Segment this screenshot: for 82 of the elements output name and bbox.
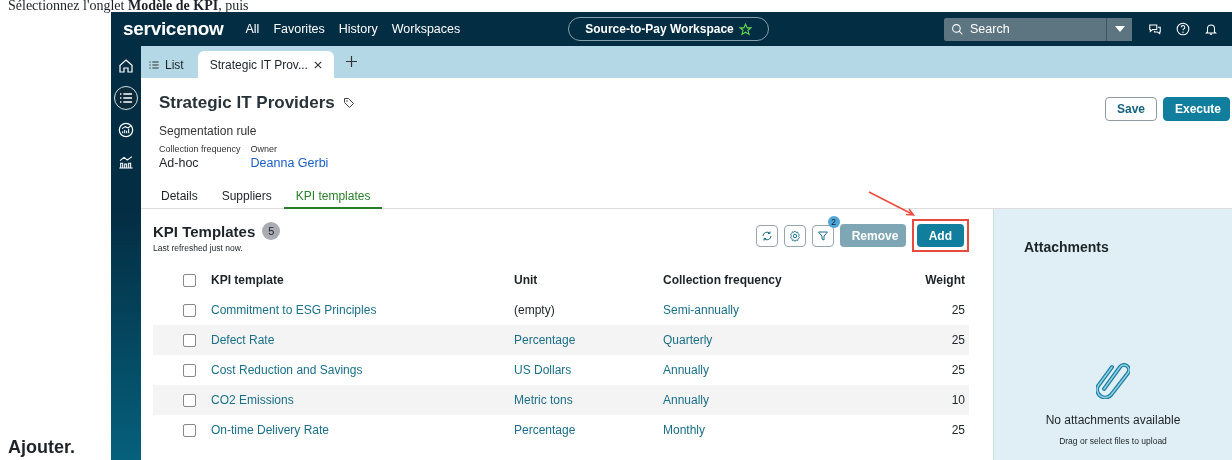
refresh-status: Last refreshed just now. [153, 243, 244, 253]
table-cell: 25 [951, 363, 965, 377]
logo: servicenow [123, 18, 224, 40]
instruction-text: Sélectionnez l'onglet Modèle de KPI, puis [7, 0, 250, 12]
field-value: Ad-hoc [159, 156, 200, 170]
search-dropdown[interactable] [1106, 17, 1132, 41]
rail-button[interactable] [114, 86, 138, 110]
settings-icon [788, 229, 801, 242]
table-cell: 25 [951, 423, 965, 437]
table-cell: 25 [951, 333, 965, 347]
kpi-template-link[interactable]: Commitment to ESG Principles [211, 303, 377, 317]
bell-icon[interactable] [1204, 22, 1218, 36]
list-action-button[interactable]: Add [916, 224, 964, 247]
unit-link[interactable]: Percentage [514, 423, 576, 437]
list-icon [149, 59, 159, 70]
record-type: Segmentation rule [159, 124, 258, 138]
tab[interactable]: List [141, 51, 192, 78]
field-label: Owner [250, 144, 279, 154]
empty-message: No attachments available [1045, 413, 1181, 427]
settings-button[interactable] [783, 224, 806, 247]
search-field[interactable]: Search [944, 17, 1106, 41]
add-tab-icon[interactable] [345, 55, 357, 67]
section-tab[interactable]: KPI templates [283, 189, 383, 209]
column-header[interactable]: Weight [925, 273, 965, 287]
caret-icon [1114, 26, 1125, 32]
select-all-checkbox[interactable] [183, 274, 196, 288]
instruction-text: Ajouter. [7, 437, 75, 458]
refresh-button[interactable] [755, 224, 778, 247]
column-header[interactable]: Unit [514, 273, 538, 287]
frequency-link[interactable]: Semi-annually [663, 303, 740, 317]
frequency-link[interactable]: Annually [663, 363, 710, 377]
menu-link[interactable]: All [245, 22, 260, 36]
tab[interactable]: Strategic IT Prov... [197, 51, 334, 78]
gauge-chart-icon [118, 122, 134, 138]
upload-hint: Drag or select files to upload [1059, 436, 1167, 446]
search-icon [951, 22, 964, 36]
unit-link[interactable]: Metric tons [514, 393, 573, 407]
execute-button[interactable]: Execute [1163, 97, 1230, 121]
save-button[interactable]: Save [1105, 97, 1157, 121]
filter-button[interactable] [811, 224, 834, 247]
table-cell: (empty) [514, 303, 555, 317]
section-tab[interactable]: Suppliers [209, 189, 284, 209]
row-checkbox[interactable] [183, 424, 196, 438]
table-cell: 25 [951, 303, 965, 317]
kpi-template-link[interactable]: CO2 Emissions [211, 393, 294, 407]
analytics-icon [118, 154, 134, 170]
star-icon [738, 22, 752, 36]
help-icon[interactable] [1176, 22, 1190, 36]
owner-link[interactable]: Deanna Gerbi [250, 156, 329, 170]
column-header[interactable]: KPI template [211, 273, 284, 287]
count-badge: 5 [262, 222, 281, 240]
row-checkbox[interactable] [183, 394, 196, 408]
frequency-link[interactable]: Annually [663, 393, 710, 407]
home-icon [118, 58, 134, 74]
field-label: Collection frequency [159, 144, 241, 154]
column-header[interactable]: Collection frequency [663, 273, 782, 287]
refresh-icon [760, 229, 773, 242]
kpi-template-link[interactable]: Cost Reduction and Savings [211, 363, 363, 377]
section-tab[interactable]: Details [149, 189, 210, 209]
row-checkbox[interactable] [183, 304, 196, 318]
kpi-template-link[interactable]: On-time Delivery Rate [211, 423, 330, 437]
row-checkbox[interactable] [183, 334, 196, 348]
chat-icon[interactable] [1148, 22, 1162, 36]
filter-count-badge: 2 [827, 215, 840, 228]
record-title: Strategic IT Providers [159, 93, 335, 113]
menu-link[interactable]: Workspaces [391, 22, 461, 36]
menu-link[interactable]: Favorites [273, 22, 325, 36]
list-title: KPI Templates [153, 222, 256, 240]
attachments-title: Attachments [1024, 239, 1110, 255]
frequency-link[interactable]: Quarterly [663, 333, 713, 347]
kpi-template-link[interactable]: Defect Rate [211, 333, 275, 347]
pointer-arrow [867, 191, 916, 217]
unit-link[interactable]: Percentage [514, 333, 576, 347]
menu-link[interactable]: History [338, 22, 378, 36]
frequency-link[interactable]: Monthly [663, 423, 706, 437]
close-icon[interactable] [313, 60, 322, 69]
tag-icon[interactable] [342, 97, 355, 109]
unit-link[interactable]: US Dollars [514, 363, 572, 377]
filter-icon [816, 229, 829, 242]
list-icon [118, 90, 134, 106]
table-cell: 10 [951, 393, 965, 407]
row-checkbox[interactable] [183, 364, 196, 378]
